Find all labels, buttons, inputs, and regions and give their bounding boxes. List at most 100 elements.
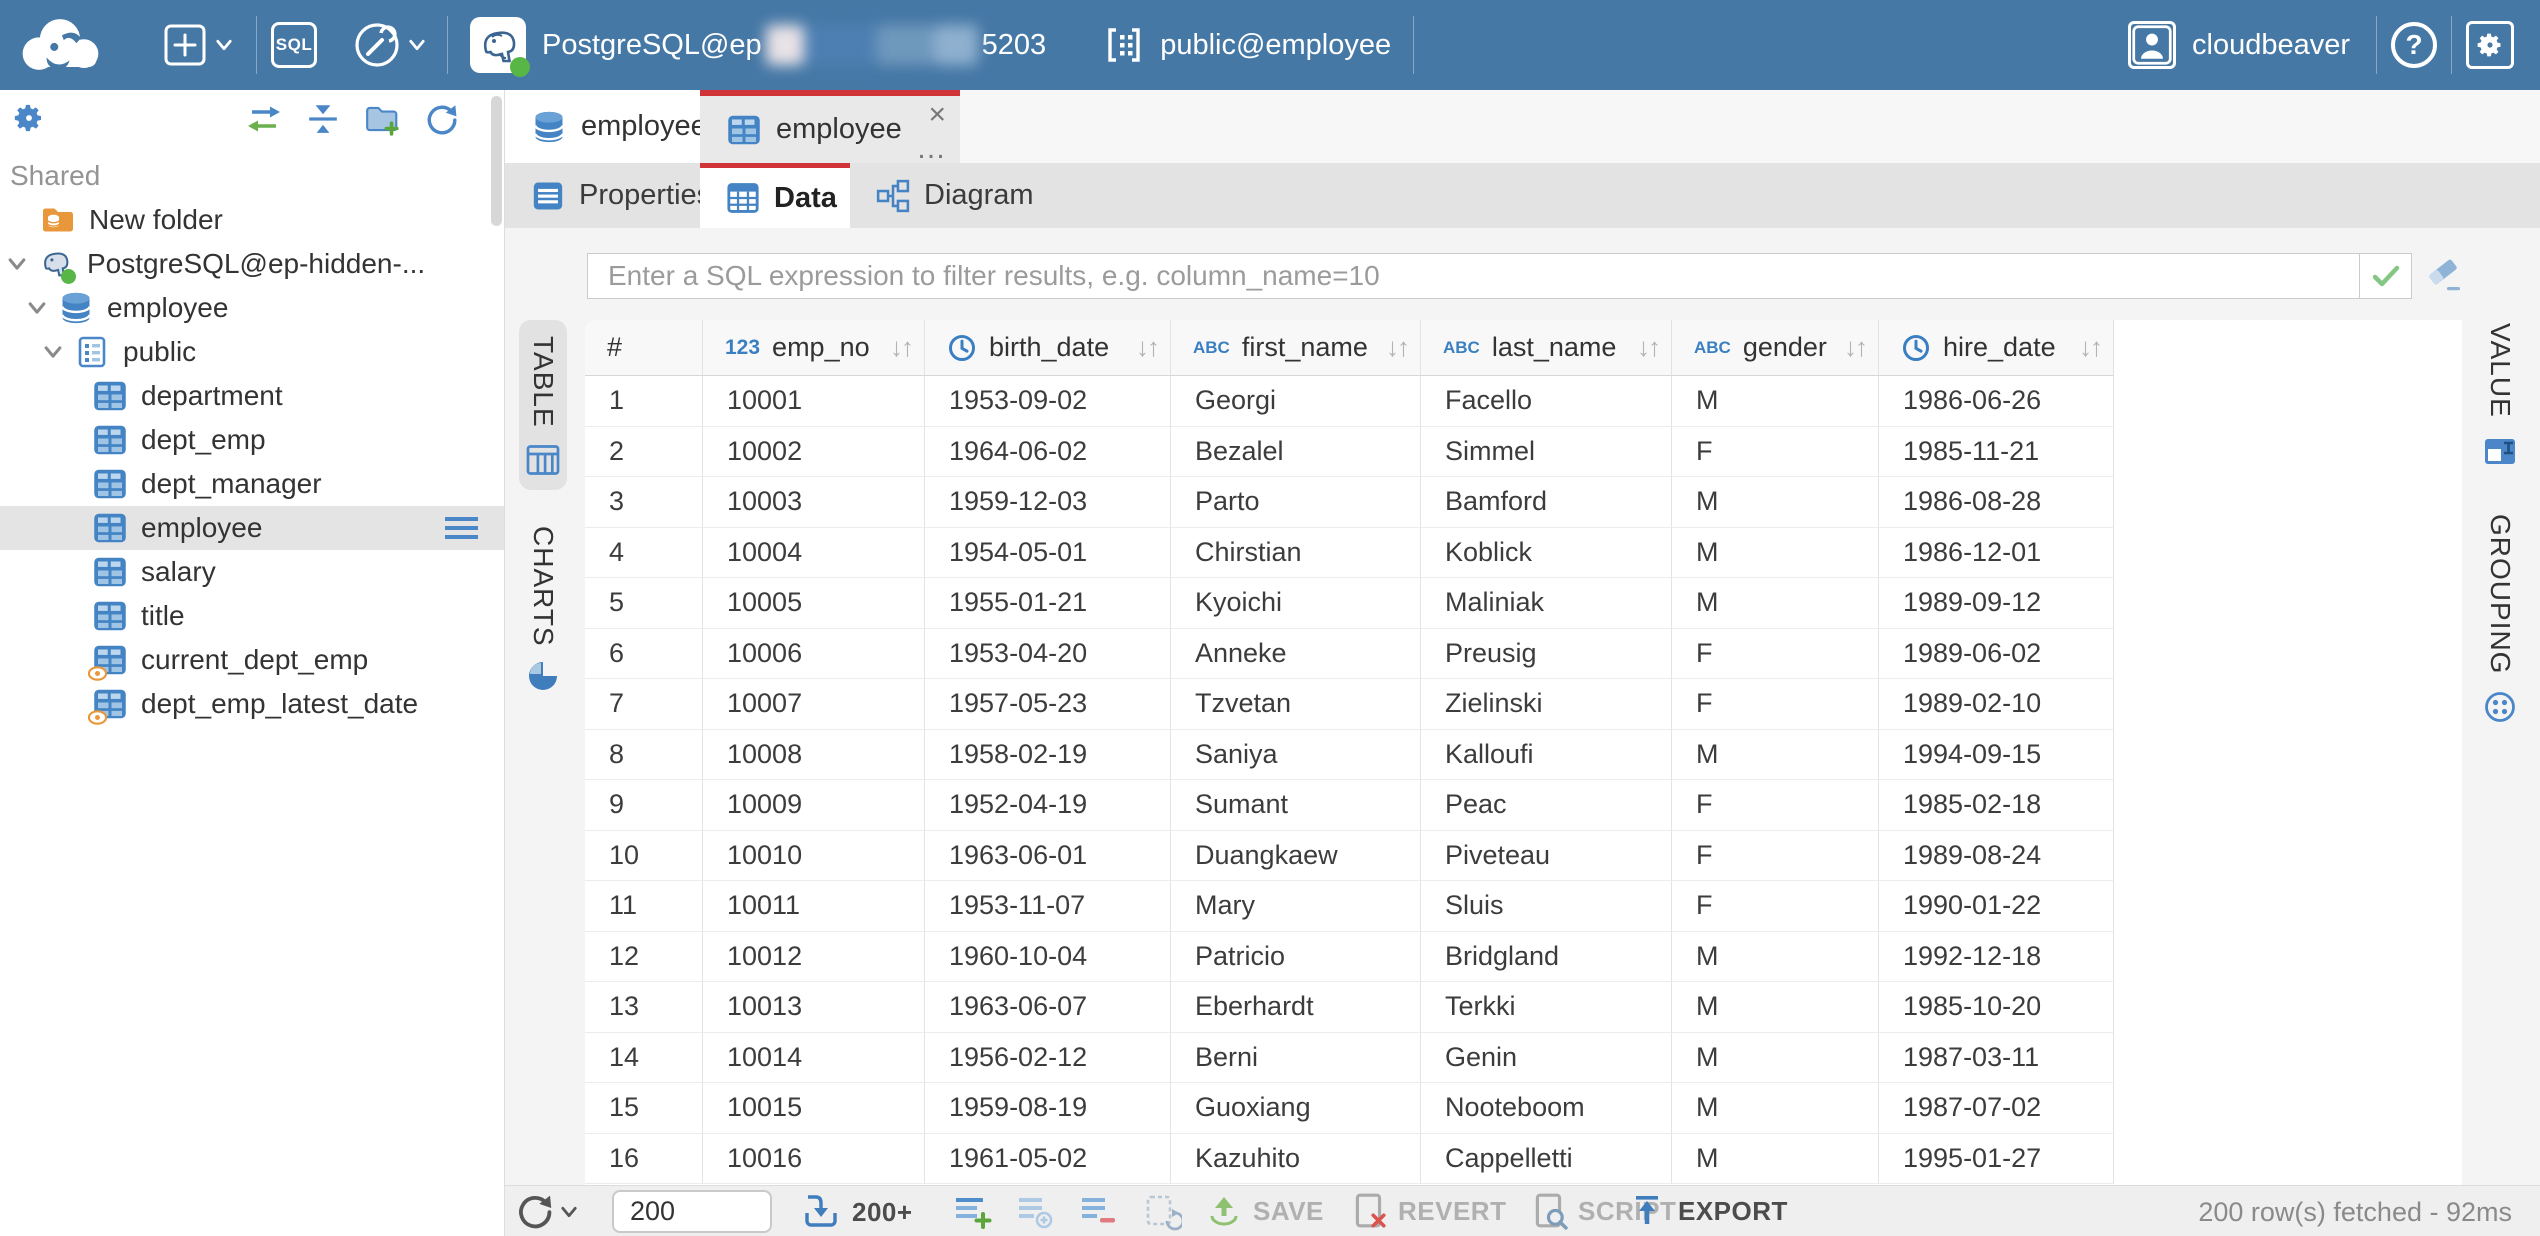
gender-cell[interactable]: F	[1672, 679, 1879, 730]
expand-chevron-icon[interactable]	[42, 341, 64, 363]
save-button[interactable]: SAVE	[1205, 1192, 1324, 1230]
hire-date-cell[interactable]: 1992-12-18	[1879, 932, 2114, 983]
tree-item-view-dept-emp-latest-date[interactable]: dept_emp_latest_date	[0, 682, 504, 726]
row-number-cell[interactable]: 8	[585, 730, 703, 781]
row-number-cell[interactable]: 13	[585, 982, 703, 1033]
last-name-cell[interactable]: Cappelletti	[1421, 1134, 1672, 1185]
first-name-cell[interactable]: Kyoichi	[1171, 578, 1421, 629]
hire-date-cell[interactable]: 1994-09-15	[1879, 730, 2114, 781]
driver-manager-button[interactable]	[353, 21, 427, 69]
emp-no-cell[interactable]: 10014	[703, 1033, 925, 1084]
column-header-birth-date[interactable]: birth_date	[925, 320, 1171, 376]
last-name-cell[interactable]: Simmel	[1421, 427, 1672, 478]
emp-no-cell[interactable]: 10004	[703, 528, 925, 579]
tab-data-active[interactable]: Data	[700, 163, 850, 228]
birth-date-cell[interactable]: 1952-04-19	[925, 780, 1171, 831]
gender-cell[interactable]: M	[1672, 376, 1879, 427]
hire-date-cell[interactable]: 1986-08-28	[1879, 477, 2114, 528]
first-name-cell[interactable]: Chirstian	[1171, 528, 1421, 579]
gender-cell[interactable]: M	[1672, 982, 1879, 1033]
gender-cell[interactable]: M	[1672, 477, 1879, 528]
birth-date-cell[interactable]: 1953-09-02	[925, 376, 1171, 427]
first-name-cell[interactable]: Patricio	[1171, 932, 1421, 983]
sort-icon[interactable]	[1844, 332, 1866, 363]
help-button[interactable]: ?	[2391, 22, 2437, 68]
gender-cell[interactable]: F	[1672, 427, 1879, 478]
active-connection-selector[interactable]: PostgreSQL@ep 5203	[470, 17, 1046, 73]
row-number-cell[interactable]: 11	[585, 881, 703, 932]
hire-date-cell[interactable]: 1985-02-18	[1879, 780, 2114, 831]
gender-cell[interactable]: M	[1672, 1134, 1879, 1185]
first-name-cell[interactable]: Guoxiang	[1171, 1083, 1421, 1134]
birth-date-cell[interactable]: 1955-01-21	[925, 578, 1171, 629]
birth-date-cell[interactable]: 1960-10-04	[925, 932, 1171, 983]
row-number-cell[interactable]: 3	[585, 477, 703, 528]
emp-no-cell[interactable]: 10009	[703, 780, 925, 831]
column-header-last-name[interactable]: ABC last_name	[1421, 320, 1672, 376]
gender-cell[interactable]: M	[1672, 578, 1879, 629]
emp-no-cell[interactable]: 10007	[703, 679, 925, 730]
last-name-cell[interactable]: Sluis	[1421, 881, 1672, 932]
tree-item-new-folder[interactable]: New folder	[0, 198, 504, 242]
expand-chevron-icon[interactable]	[6, 253, 28, 275]
hire-date-cell[interactable]: 1989-09-12	[1879, 578, 2114, 629]
first-name-cell[interactable]: Berni	[1171, 1033, 1421, 1084]
first-name-cell[interactable]: Sumant	[1171, 780, 1421, 831]
sql-editor-button[interactable]: SQL	[271, 22, 317, 68]
row-number-cell[interactable]: 14	[585, 1033, 703, 1084]
sort-icon[interactable]	[890, 332, 912, 363]
column-header-rownum[interactable]: #	[585, 320, 703, 376]
navigator-settings-gear-icon[interactable]	[13, 102, 45, 134]
sort-icon[interactable]	[1637, 332, 1659, 363]
hire-date-cell[interactable]: 1990-01-22	[1879, 881, 2114, 932]
settings-button[interactable]	[2466, 21, 2514, 69]
tab-database-employee[interactable]: employee	[505, 90, 700, 163]
emp-no-cell[interactable]: 10016	[703, 1134, 925, 1185]
refresh-icon[interactable]	[424, 102, 458, 136]
tree-item-schema-public[interactable]: public	[0, 330, 504, 374]
collapse-all-icon[interactable]	[306, 102, 340, 136]
gender-cell[interactable]: M	[1672, 1083, 1879, 1134]
emp-no-cell[interactable]: 10010	[703, 831, 925, 882]
birth-date-cell[interactable]: 1959-08-19	[925, 1083, 1171, 1134]
emp-no-cell[interactable]: 10012	[703, 932, 925, 983]
first-name-cell[interactable]: Kazuhito	[1171, 1134, 1421, 1185]
new-connection-button[interactable]	[162, 22, 234, 68]
tree-item-table-salary[interactable]: salary	[0, 550, 504, 594]
row-number-cell[interactable]: 16	[585, 1134, 703, 1185]
last-name-cell[interactable]: Zielinski	[1421, 679, 1672, 730]
tree-item-postgresql-connection[interactable]: PostgreSQL@ep-hidden-...	[0, 242, 504, 286]
hire-date-cell[interactable]: 1995-01-27	[1879, 1134, 2114, 1185]
duplicate-row-button[interactable]	[1015, 1193, 1055, 1231]
birth-date-cell[interactable]: 1953-04-20	[925, 629, 1171, 680]
tree-item-table-dept-emp[interactable]: dept_emp	[0, 418, 504, 462]
row-number-cell[interactable]: 15	[585, 1083, 703, 1134]
tree-item-table-department[interactable]: department	[0, 374, 504, 418]
delete-row-button[interactable]	[1078, 1193, 1118, 1231]
gender-cell[interactable]: M	[1672, 1033, 1879, 1084]
sort-icon[interactable]	[1136, 332, 1158, 363]
column-header-gender[interactable]: ABC gender	[1672, 320, 1879, 376]
last-name-cell[interactable]: Piveteau	[1421, 831, 1672, 882]
last-name-cell[interactable]: Genin	[1421, 1033, 1672, 1084]
first-name-cell[interactable]: Duangkaew	[1171, 831, 1421, 882]
new-folder-icon[interactable]	[364, 102, 400, 136]
first-name-cell[interactable]: Parto	[1171, 477, 1421, 528]
row-number-cell[interactable]: 5	[585, 578, 703, 629]
link-with-editor-icon[interactable]	[246, 102, 282, 136]
hire-date-cell[interactable]: 1987-07-02	[1879, 1083, 2114, 1134]
tree-item-database-employee[interactable]: employee	[0, 286, 504, 330]
hire-date-cell[interactable]: 1989-08-24	[1879, 831, 2114, 882]
last-name-cell[interactable]: Bamford	[1421, 477, 1672, 528]
row-number-cell[interactable]: 4	[585, 528, 703, 579]
tab-diagram[interactable]: Diagram	[850, 163, 1035, 228]
birth-date-cell[interactable]: 1963-06-01	[925, 831, 1171, 882]
tree-item-view-current-dept-emp[interactable]: current_dept_emp	[0, 638, 504, 682]
fetch-more-rows-button[interactable]: 200+	[800, 1193, 913, 1231]
tree-item-table-title[interactable]: title	[0, 594, 504, 638]
presentation-tab-charts[interactable]: CHARTS	[521, 510, 565, 705]
birth-date-cell[interactable]: 1961-05-02	[925, 1134, 1171, 1185]
row-number-cell[interactable]: 9	[585, 780, 703, 831]
first-name-cell[interactable]: Georgi	[1171, 376, 1421, 427]
last-name-cell[interactable]: Terkki	[1421, 982, 1672, 1033]
